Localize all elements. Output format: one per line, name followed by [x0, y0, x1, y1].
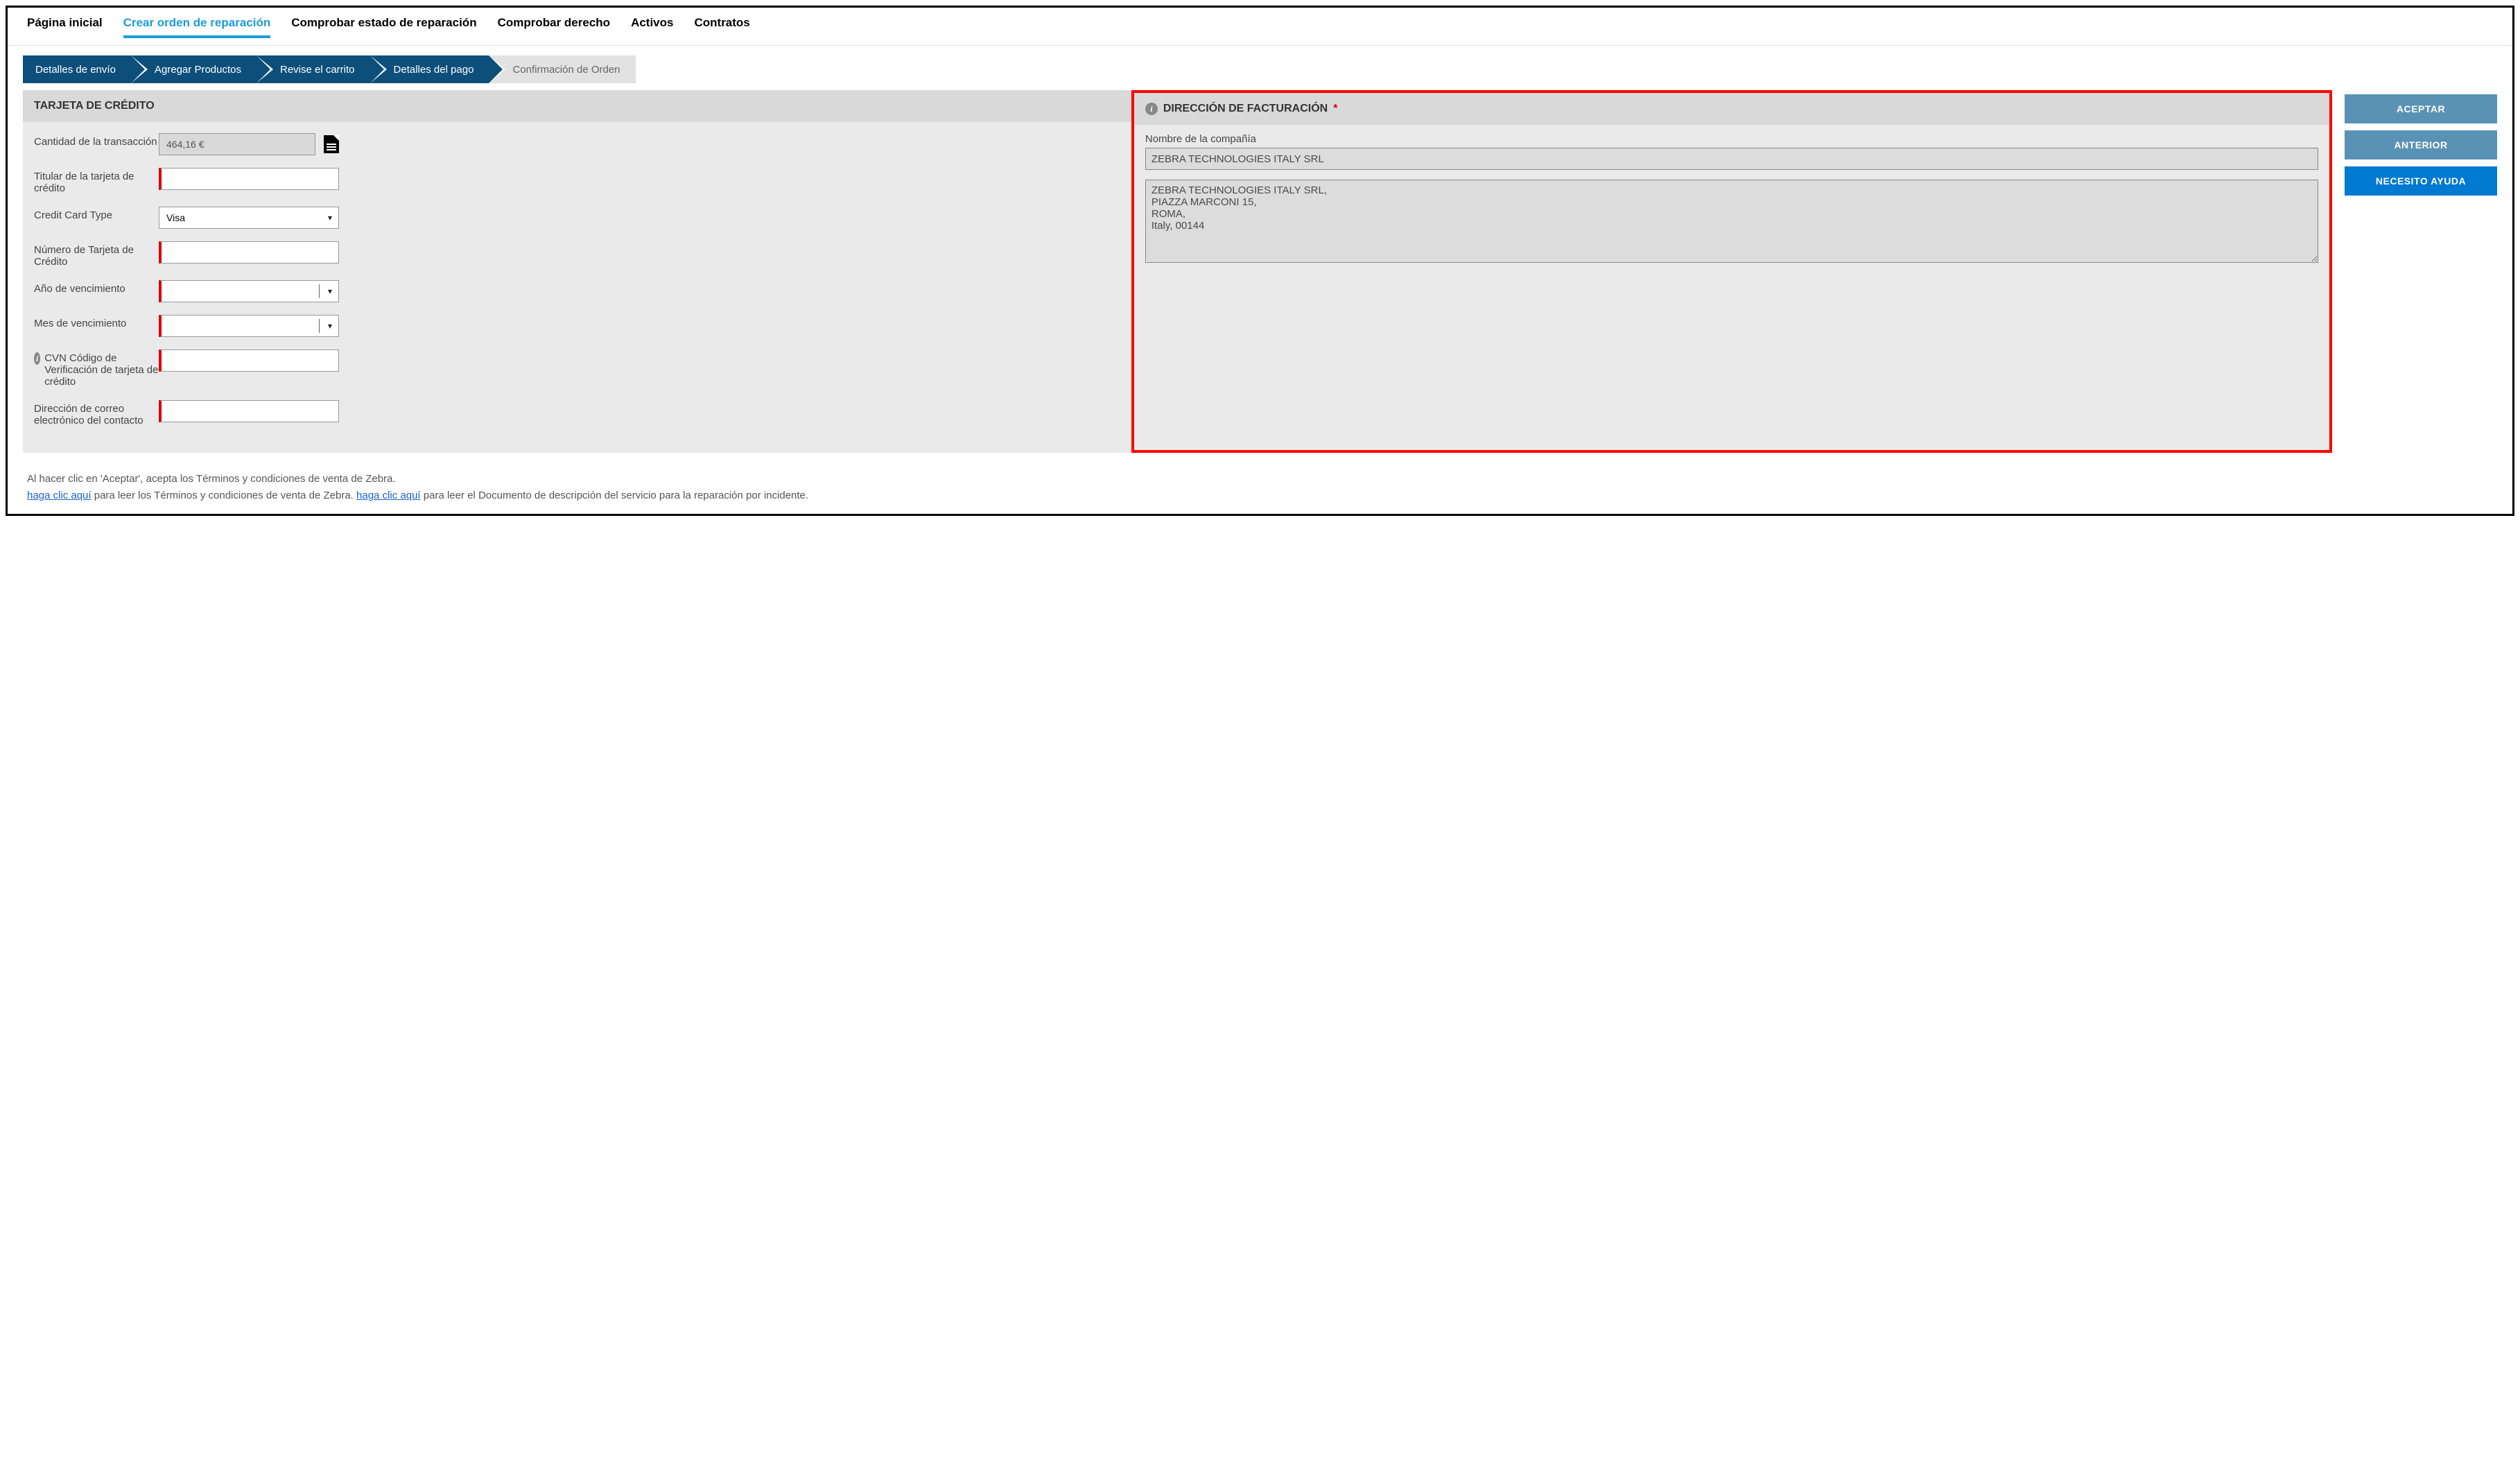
step-shipping[interactable]: Detalles de envío	[23, 55, 131, 83]
exp-year-label: Año de vencimiento	[34, 280, 159, 295]
company-input	[1145, 148, 2318, 170]
amount-input	[159, 133, 315, 155]
service-doc-link[interactable]: haga clic aquí	[356, 490, 421, 501]
footer-mid2: para leer el Documento de descripción de…	[421, 490, 808, 501]
email-label: Dirección de correo electrónico del cont…	[34, 400, 159, 426]
card-number-label: Número de Tarjeta de Crédito	[34, 241, 159, 268]
billing-header: i DIRECCIÓN DE FACTURACIÓN *	[1134, 93, 2329, 125]
step-payment[interactable]: Detalles del pago	[370, 55, 489, 83]
cvn-label-text: CVN Código de Verificación de tarjeta de…	[44, 352, 159, 388]
exp-month-label: Mes de vencimiento	[34, 315, 159, 329]
nav-create-order[interactable]: Crear orden de reparación	[123, 16, 271, 38]
required-asterisk: *	[1333, 103, 1337, 115]
step-review-cart[interactable]: Revise el carrito	[257, 55, 370, 83]
nav-check-right[interactable]: Comprobar derecho	[498, 16, 610, 38]
billing-header-label: DIRECCIÓN DE FACTURACIÓN	[1163, 103, 1328, 115]
billing-panel-highlight: i DIRECCIÓN DE FACTURACIÓN * Nombre de l…	[1131, 90, 2332, 453]
nav-home[interactable]: Página inicial	[27, 16, 103, 38]
footer-line1: Al hacer clic en 'Aceptar', acepta los T…	[27, 471, 2494, 487]
footer-mid1: para leer los Términos y condiciones de …	[92, 490, 356, 501]
terms-link[interactable]: haga clic aquí	[27, 490, 92, 501]
billing-address-textarea	[1145, 180, 2318, 263]
nav-check-status[interactable]: Comprobar estado de reparación	[291, 16, 476, 38]
top-nav: Página inicial Crear orden de reparación…	[8, 8, 2512, 46]
cvn-label: i CVN Código de Verificación de tarjeta …	[34, 349, 159, 388]
credit-card-panel: TARJETA DE CRÉDITO Cantidad de la transa…	[23, 90, 1131, 453]
step-confirmation: Confirmación de Orden	[489, 55, 635, 83]
card-type-select[interactable]: Visa	[159, 207, 339, 229]
card-number-input[interactable]	[159, 241, 339, 264]
card-type-label: Credit Card Type	[34, 207, 159, 221]
nav-assets[interactable]: Activos	[631, 16, 673, 38]
terms-footer: Al hacer clic en 'Aceptar', acepta los T…	[27, 471, 2494, 504]
exp-year-select[interactable]	[159, 280, 339, 302]
step-add-products[interactable]: Agregar Productos	[131, 55, 257, 83]
app-frame: Página inicial Crear orden de reparación…	[6, 6, 2514, 516]
content-area: TARJETA DE CRÉDITO Cantidad de la transa…	[23, 90, 2497, 453]
credit-card-header: TARJETA DE CRÉDITO	[23, 90, 1131, 122]
wizard-steps: Detalles de envío Agregar Productos Revi…	[23, 55, 2497, 83]
info-icon[interactable]: i	[34, 352, 40, 365]
holder-input[interactable]	[159, 168, 339, 190]
email-input[interactable]	[159, 400, 339, 422]
document-icon[interactable]	[324, 135, 339, 153]
info-icon[interactable]: i	[1145, 103, 1158, 115]
previous-button[interactable]: ANTERIOR	[2345, 130, 2497, 159]
accept-button[interactable]: ACEPTAR	[2345, 94, 2497, 123]
company-label: Nombre de la compañía	[1145, 133, 2318, 145]
help-button[interactable]: NECESITO AYUDA	[2345, 166, 2497, 196]
side-actions: ACEPTAR ANTERIOR NECESITO AYUDA	[2345, 90, 2497, 196]
credit-card-header-label: TARJETA DE CRÉDITO	[34, 100, 155, 112]
exp-month-select[interactable]	[159, 315, 339, 337]
amount-label: Cantidad de la transacción	[34, 133, 159, 148]
form-panels: TARJETA DE CRÉDITO Cantidad de la transa…	[23, 90, 2332, 453]
cvn-input[interactable]	[159, 349, 339, 372]
nav-contracts[interactable]: Contratos	[694, 16, 749, 38]
holder-label: Titular de la tarjeta de crédito	[34, 168, 159, 194]
